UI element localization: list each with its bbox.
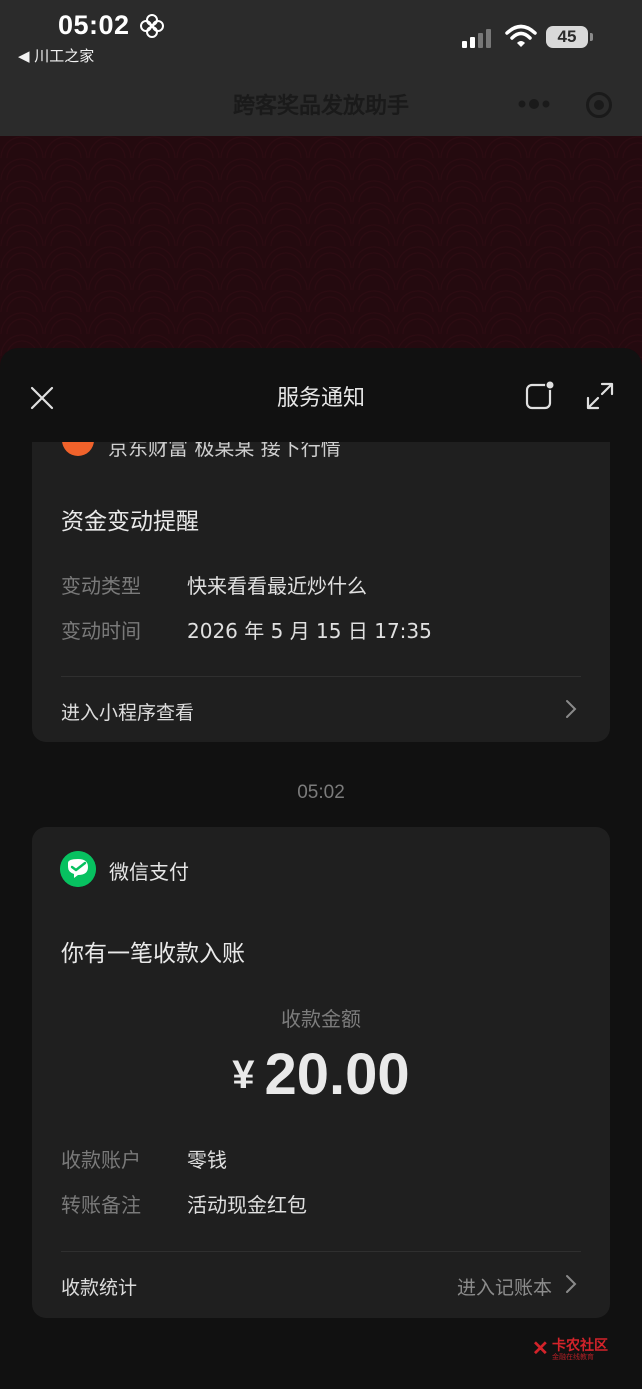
row-value: 活动现金红包 bbox=[187, 1193, 307, 1217]
currency-symbol: ¥ bbox=[232, 1053, 255, 1097]
open-miniprogram-link[interactable]: 进入小程序查看 bbox=[61, 698, 194, 725]
row-value: 2026 年 5 月 15 日 17:35 bbox=[187, 619, 432, 643]
wifi-icon bbox=[505, 24, 537, 47]
sender-name: 微信支付 bbox=[109, 860, 189, 884]
watermark-logo: ✕ 卡农社区 金融在线教育 bbox=[532, 1334, 612, 1362]
cellular-signal-icon bbox=[462, 29, 491, 48]
amount-value: ¥20.00 bbox=[32, 1041, 610, 1108]
amount-number: 20.00 bbox=[264, 1042, 410, 1107]
wechat-pay-card[interactable]: 微信支付 你有一笔收款入账 收款金额 ¥20.00 收款账户 零钱 转账备注 活… bbox=[32, 827, 610, 1318]
close-miniprogram-icon[interactable] bbox=[584, 90, 614, 120]
row-label: 变动类型 bbox=[61, 574, 141, 598]
top-bar: 05:02 ◀ 川工之家 45 跨客奖品发放助手 bbox=[0, 0, 642, 136]
row-value: 快来看看最近炒什么 bbox=[187, 574, 367, 598]
sender-name: 京东财富 极某某 接下行情 bbox=[108, 442, 341, 460]
watermark-x-icon: ✕ bbox=[532, 1338, 549, 1360]
open-ledger-link[interactable]: 进入记账本 bbox=[32, 1273, 552, 1300]
message-timestamp: 05:02 bbox=[297, 782, 345, 803]
payment-heading: 你有一笔收款入账 bbox=[61, 941, 245, 967]
sender-logo-icon bbox=[62, 442, 94, 456]
watermark-subtext: 金融在线教育 bbox=[552, 1353, 594, 1361]
flower-icon bbox=[140, 14, 164, 38]
row-label: 转账备注 bbox=[61, 1193, 141, 1217]
more-options-icon[interactable] bbox=[510, 92, 558, 116]
chevron-right-icon bbox=[566, 1275, 577, 1293]
status-time: 05:02 bbox=[58, 10, 130, 40]
service-notice-sheet: 服务通知 京东财富 极某某 接下行情 资金变动提醒 变动类型 快来看看最近炒什么… bbox=[0, 348, 642, 1389]
wechat-pay-icon bbox=[60, 851, 96, 887]
battery-percent: 45 bbox=[557, 27, 577, 46]
chevron-right-icon bbox=[566, 700, 577, 718]
back-to-app-link[interactable]: ◀ 川工之家 bbox=[18, 45, 94, 66]
divider bbox=[61, 676, 581, 677]
amount-label: 收款金额 bbox=[281, 1007, 361, 1031]
fund-change-notice-card[interactable]: 京东财富 极某某 接下行情 资金变动提醒 变动类型 快来看看最近炒什么 变动时间… bbox=[32, 442, 610, 742]
row-label: 收款账户 bbox=[61, 1148, 141, 1172]
background-pattern bbox=[0, 136, 642, 376]
row-value: 零钱 bbox=[187, 1148, 227, 1172]
expand-icon[interactable] bbox=[584, 380, 616, 412]
battery-indicator: 45 bbox=[546, 26, 594, 50]
notice-heading: 资金变动提醒 bbox=[61, 509, 199, 535]
row-label: 变动时间 bbox=[61, 619, 141, 643]
floating-window-icon[interactable] bbox=[524, 380, 556, 412]
divider bbox=[61, 1251, 581, 1252]
